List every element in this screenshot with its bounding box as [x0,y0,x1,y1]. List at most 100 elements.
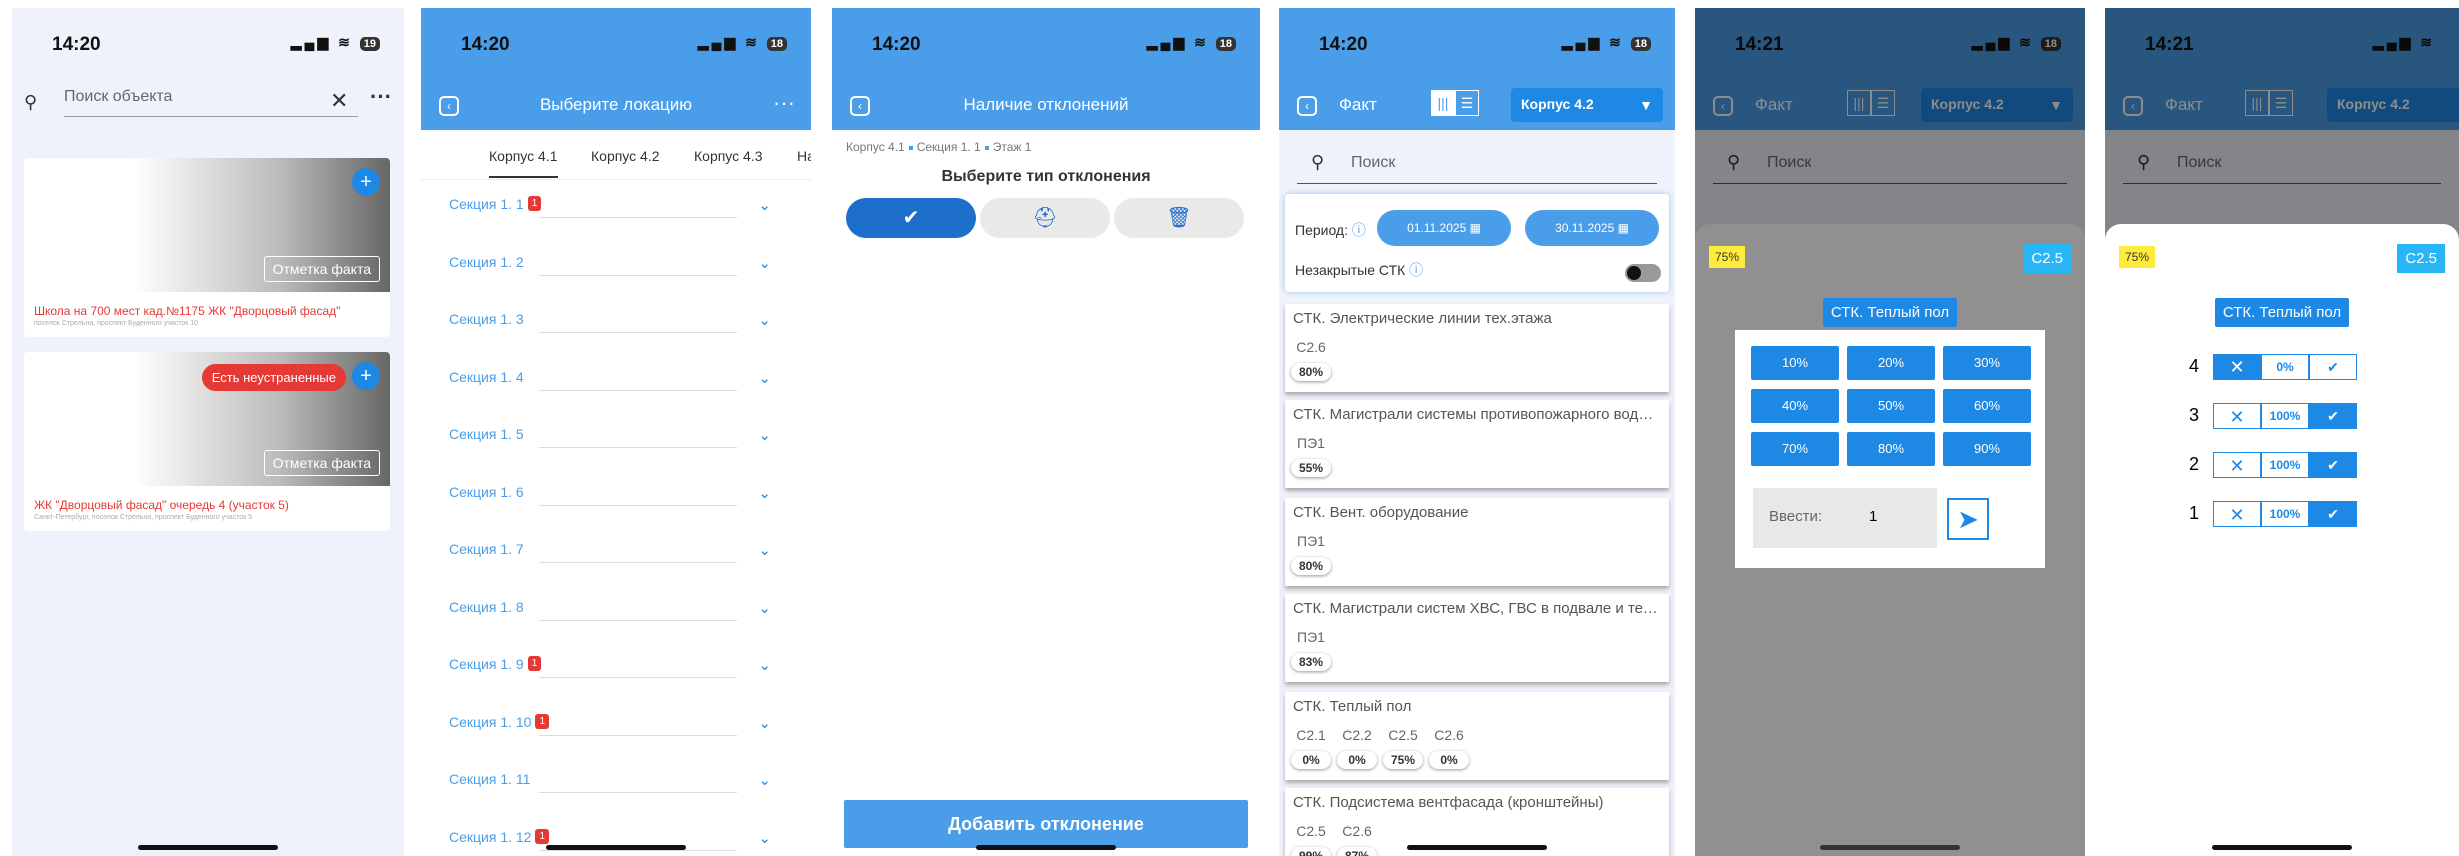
stk-item[interactable]: СТК. Теплый пол С2.1 С2.2 С2.5 С2.6 0% 0% 75% 0% [1285,692,1669,780]
stk-value[interactable]: 0% [1429,751,1469,769]
app-bar: ‹ Выберите локацию ··· [421,82,811,130]
clear-icon[interactable]: ✕ [330,88,348,114]
breadcrumb-item[interactable]: Секция 1. 1 [917,140,981,154]
stk-value[interactable]: 99% [1291,847,1331,856]
tab-building[interactable]: Корпус 4.1 [489,148,558,178]
check-icon[interactable]: ✔ [2309,452,2357,478]
chevron-down-icon[interactable]: ⌄ [758,484,771,502]
stk-value[interactable]: 0% [1291,751,1331,769]
chevron-down-icon[interactable]: ⌄ [758,311,771,329]
back-icon[interactable]: ‹ [1297,96,1317,116]
fact-mark-button[interactable]: Отметка факта [263,450,380,476]
section-label: Секция 1. 9 [449,656,524,672]
stk-value[interactable]: 83% [1291,653,1331,671]
chevron-down-icon[interactable]: ⌄ [758,829,771,847]
section-row[interactable]: Секция 1. 9 1 ⌄ [449,656,771,686]
section-row[interactable]: Секция 1. 8 ⌄ [449,599,771,629]
check-icon[interactable]: ✔ [2309,501,2357,527]
chevron-down-icon[interactable]: ⌄ [758,714,771,732]
reject-icon[interactable]: ✕ [2213,354,2261,380]
percent-button[interactable]: 20% [1847,346,1935,380]
unclosed-toggle[interactable] [1625,264,1661,282]
percent-button[interactable]: 60% [1943,389,2031,423]
input-value[interactable]: 1 [1869,508,1877,525]
object-search-input[interactable]: Поиск объекта [64,88,358,117]
percent-button[interactable]: 10% [1751,346,1839,380]
section-row[interactable]: Секция 1. 11 ⌄ [449,196,771,226]
stk-value[interactable]: 80% [1291,363,1331,381]
add-deviation-button[interactable]: Добавить отклонение [844,800,1248,848]
chevron-down-icon[interactable]: ⌄ [758,426,771,444]
stk-value[interactable]: 55% [1291,459,1331,477]
unresolved-badge[interactable]: Есть неустраненные [201,364,346,391]
section-row[interactable]: Секция 1. 6 ⌄ [449,484,771,514]
chevron-down-icon[interactable]: ⌄ [758,541,771,559]
more-menu-icon[interactable]: ··· [370,84,392,110]
fact-search-input[interactable]: Поиск [1351,154,1395,172]
fact-mark-button[interactable]: Отметка факта [263,256,380,282]
object-card[interactable]: Есть неустраненные + Отметка факта ЖК "Д… [24,352,390,531]
list-view-icon[interactable]: ☰ [1455,90,1479,116]
tab-building[interactable]: Корпус 4.3 [694,148,763,164]
floor-percent[interactable]: 0% [2261,354,2309,380]
reject-icon[interactable]: ✕ [2213,501,2261,527]
object-card[interactable]: + Отметка факта Школа на 700 мест кад.№1… [24,158,390,337]
percent-button[interactable]: 70% [1751,432,1839,466]
stk-value[interactable]: 87% [1337,847,1377,856]
chevron-down-icon[interactable]: ⌄ [758,254,771,272]
percent-button[interactable]: 30% [1943,346,2031,380]
vest-type-button[interactable]: ⛑ [980,198,1110,238]
stk-item[interactable]: СТК. Электрические линии тех.этажа С2.6 80… [1285,304,1669,392]
breadcrumb-item[interactable]: Этаж 1 [993,140,1032,154]
tab-building[interactable]: На [797,148,811,164]
floor-percent[interactable]: 100% [2261,501,2309,527]
stk-value[interactable]: 80% [1291,557,1331,575]
chevron-down-icon[interactable]: ⌄ [758,196,771,214]
breadcrumb-item[interactable]: Корпус 4.1 [846,140,905,154]
section-row[interactable]: Секция 1. 12 1 ⌄ [449,828,771,856]
tab-building[interactable]: Корпус 4.2 [591,148,660,164]
info-icon: ⓘ [1409,262,1424,278]
date-to-button[interactable]: 30.11.2025 ▦ [1525,210,1659,246]
manual-input[interactable]: Ввести: 1 [1753,488,1937,548]
section-row[interactable]: Секция 1. 11 ⌄ [449,771,771,801]
floor-percent[interactable]: 100% [2261,403,2309,429]
date-from-button[interactable]: 01.11.2025 ▦ [1377,210,1511,246]
more-menu-icon[interactable]: ··· [773,90,795,116]
check-icon[interactable]: ✔ [2309,354,2357,380]
section-row[interactable]: Секция 1. 5 ⌄ [449,426,771,456]
stk-values: 55% [1285,453,1669,477]
percent-button[interactable]: 90% [1943,432,2031,466]
section-divider [539,734,737,736]
percent-button[interactable]: 40% [1751,389,1839,423]
chevron-down-icon[interactable]: ⌄ [758,369,771,387]
percent-button[interactable]: 50% [1847,389,1935,423]
section-row[interactable]: Секция 1. 4 ⌄ [449,369,771,399]
stk-item[interactable]: СТК. Магистрали систем ХВС, ГВС в подвал… [1285,594,1669,682]
stk-item[interactable]: СТК. Вент. оборудование ПЭ1 80% [1285,498,1669,586]
add-button[interactable]: + [352,168,380,196]
check-type-button[interactable]: ✔ [846,198,976,238]
reject-icon[interactable]: ✕ [2213,452,2261,478]
columns-view-icon[interactable]: ||| [1431,90,1455,116]
floor-percent[interactable]: 100% [2261,452,2309,478]
check-icon[interactable]: ✔ [2309,403,2357,429]
chevron-down-icon[interactable]: ⌄ [758,771,771,789]
chevron-down-icon[interactable]: ⌄ [758,656,771,674]
unclosed-label: Незакрытые СТК ⓘ [1295,262,1424,278]
chevron-down-icon[interactable]: ⌄ [758,599,771,617]
stk-item[interactable]: СТК. Магистрали системы противопожарного… [1285,400,1669,488]
send-icon[interactable]: ➤ [1947,498,1989,540]
section-row[interactable]: Секция 1. 7 ⌄ [449,541,771,571]
add-button[interactable]: + [352,362,380,390]
home-indicator [1820,845,1960,850]
stk-value[interactable]: 75% [1383,751,1423,769]
stk-value[interactable]: 0% [1337,751,1377,769]
section-row[interactable]: Секция 1. 2 ⌄ [449,254,771,284]
percent-button[interactable]: 80% [1847,432,1935,466]
reject-icon[interactable]: ✕ [2213,403,2261,429]
section-row[interactable]: Секция 1. 3 ⌄ [449,311,771,341]
building-dropdown[interactable]: Корпус 4.2 ▼ [1511,88,1663,122]
section-row[interactable]: Секция 1. 10 1 ⌄ [449,713,771,744]
trash-type-button[interactable]: 🗑 [1114,198,1244,238]
